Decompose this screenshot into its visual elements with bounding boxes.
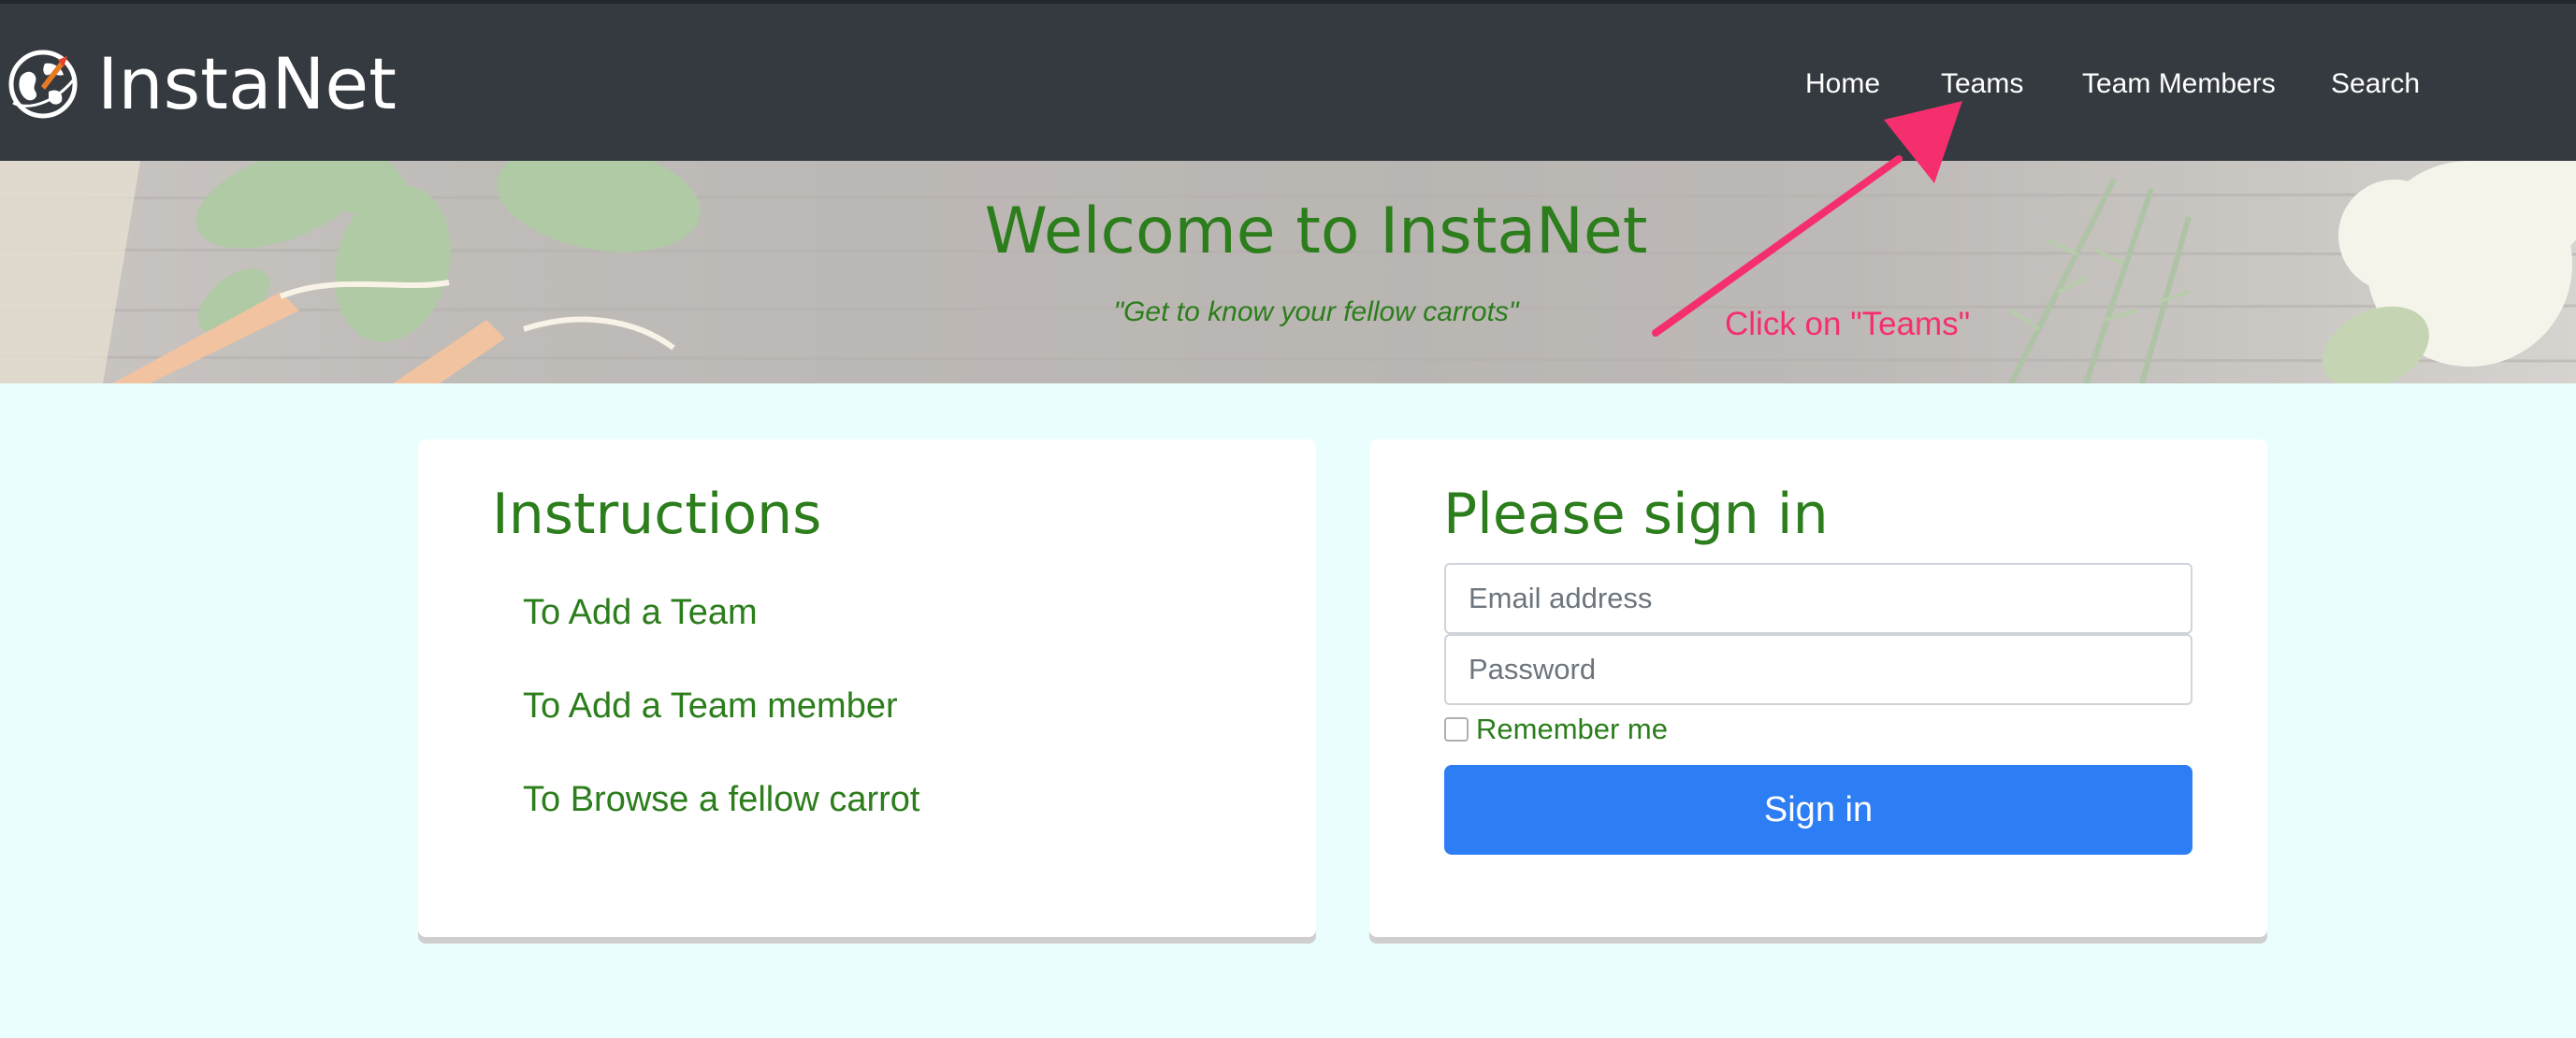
sign-in-button[interactable]: Sign in [1444, 765, 2192, 855]
remember-me-row: Remember me [1444, 711, 1668, 748]
instruction-add-team-link[interactable]: To Add a Team [523, 589, 758, 636]
instructions-title: Instructions [492, 482, 822, 547]
instructions-card: Instructions To Add a Team To Add a Team… [418, 440, 1316, 937]
annotation-text: Click on "Teams" [1725, 306, 1971, 342]
nav-link-search[interactable]: Search [2331, 65, 2420, 103]
remember-me-checkbox[interactable] [1444, 717, 1469, 742]
email-field[interactable] [1444, 563, 2192, 634]
brand-name: InstaNet [97, 42, 397, 125]
navbar-brand[interactable]: InstaNet [7, 47, 397, 122]
nav-link-home[interactable]: Home [1805, 65, 1880, 103]
nav-link-teams[interactable]: Teams [1941, 65, 2023, 103]
password-field[interactable] [1444, 634, 2192, 705]
instruction-add-team-member-link[interactable]: To Add a Team member [523, 683, 898, 729]
remember-me-label[interactable]: Remember me [1476, 711, 1668, 748]
navbar: InstaNet Home Teams Team Members Search [0, 0, 2576, 161]
hero-title: Welcome to InstaNet [984, 195, 1648, 268]
hero-banner: Welcome to InstaNet "Get to know your fe… [0, 161, 2576, 383]
nav-link-team-members[interactable]: Team Members [2082, 65, 2276, 103]
signin-card: Please sign in Remember me Sign in [1369, 440, 2267, 937]
globe-rocket-icon [8, 50, 78, 119]
instruction-browse-carrot-link[interactable]: To Browse a fellow carrot [523, 776, 920, 823]
signin-title: Please sign in [1443, 482, 1829, 547]
hero-subtitle: "Get to know your fellow carrots" [1113, 296, 1519, 327]
